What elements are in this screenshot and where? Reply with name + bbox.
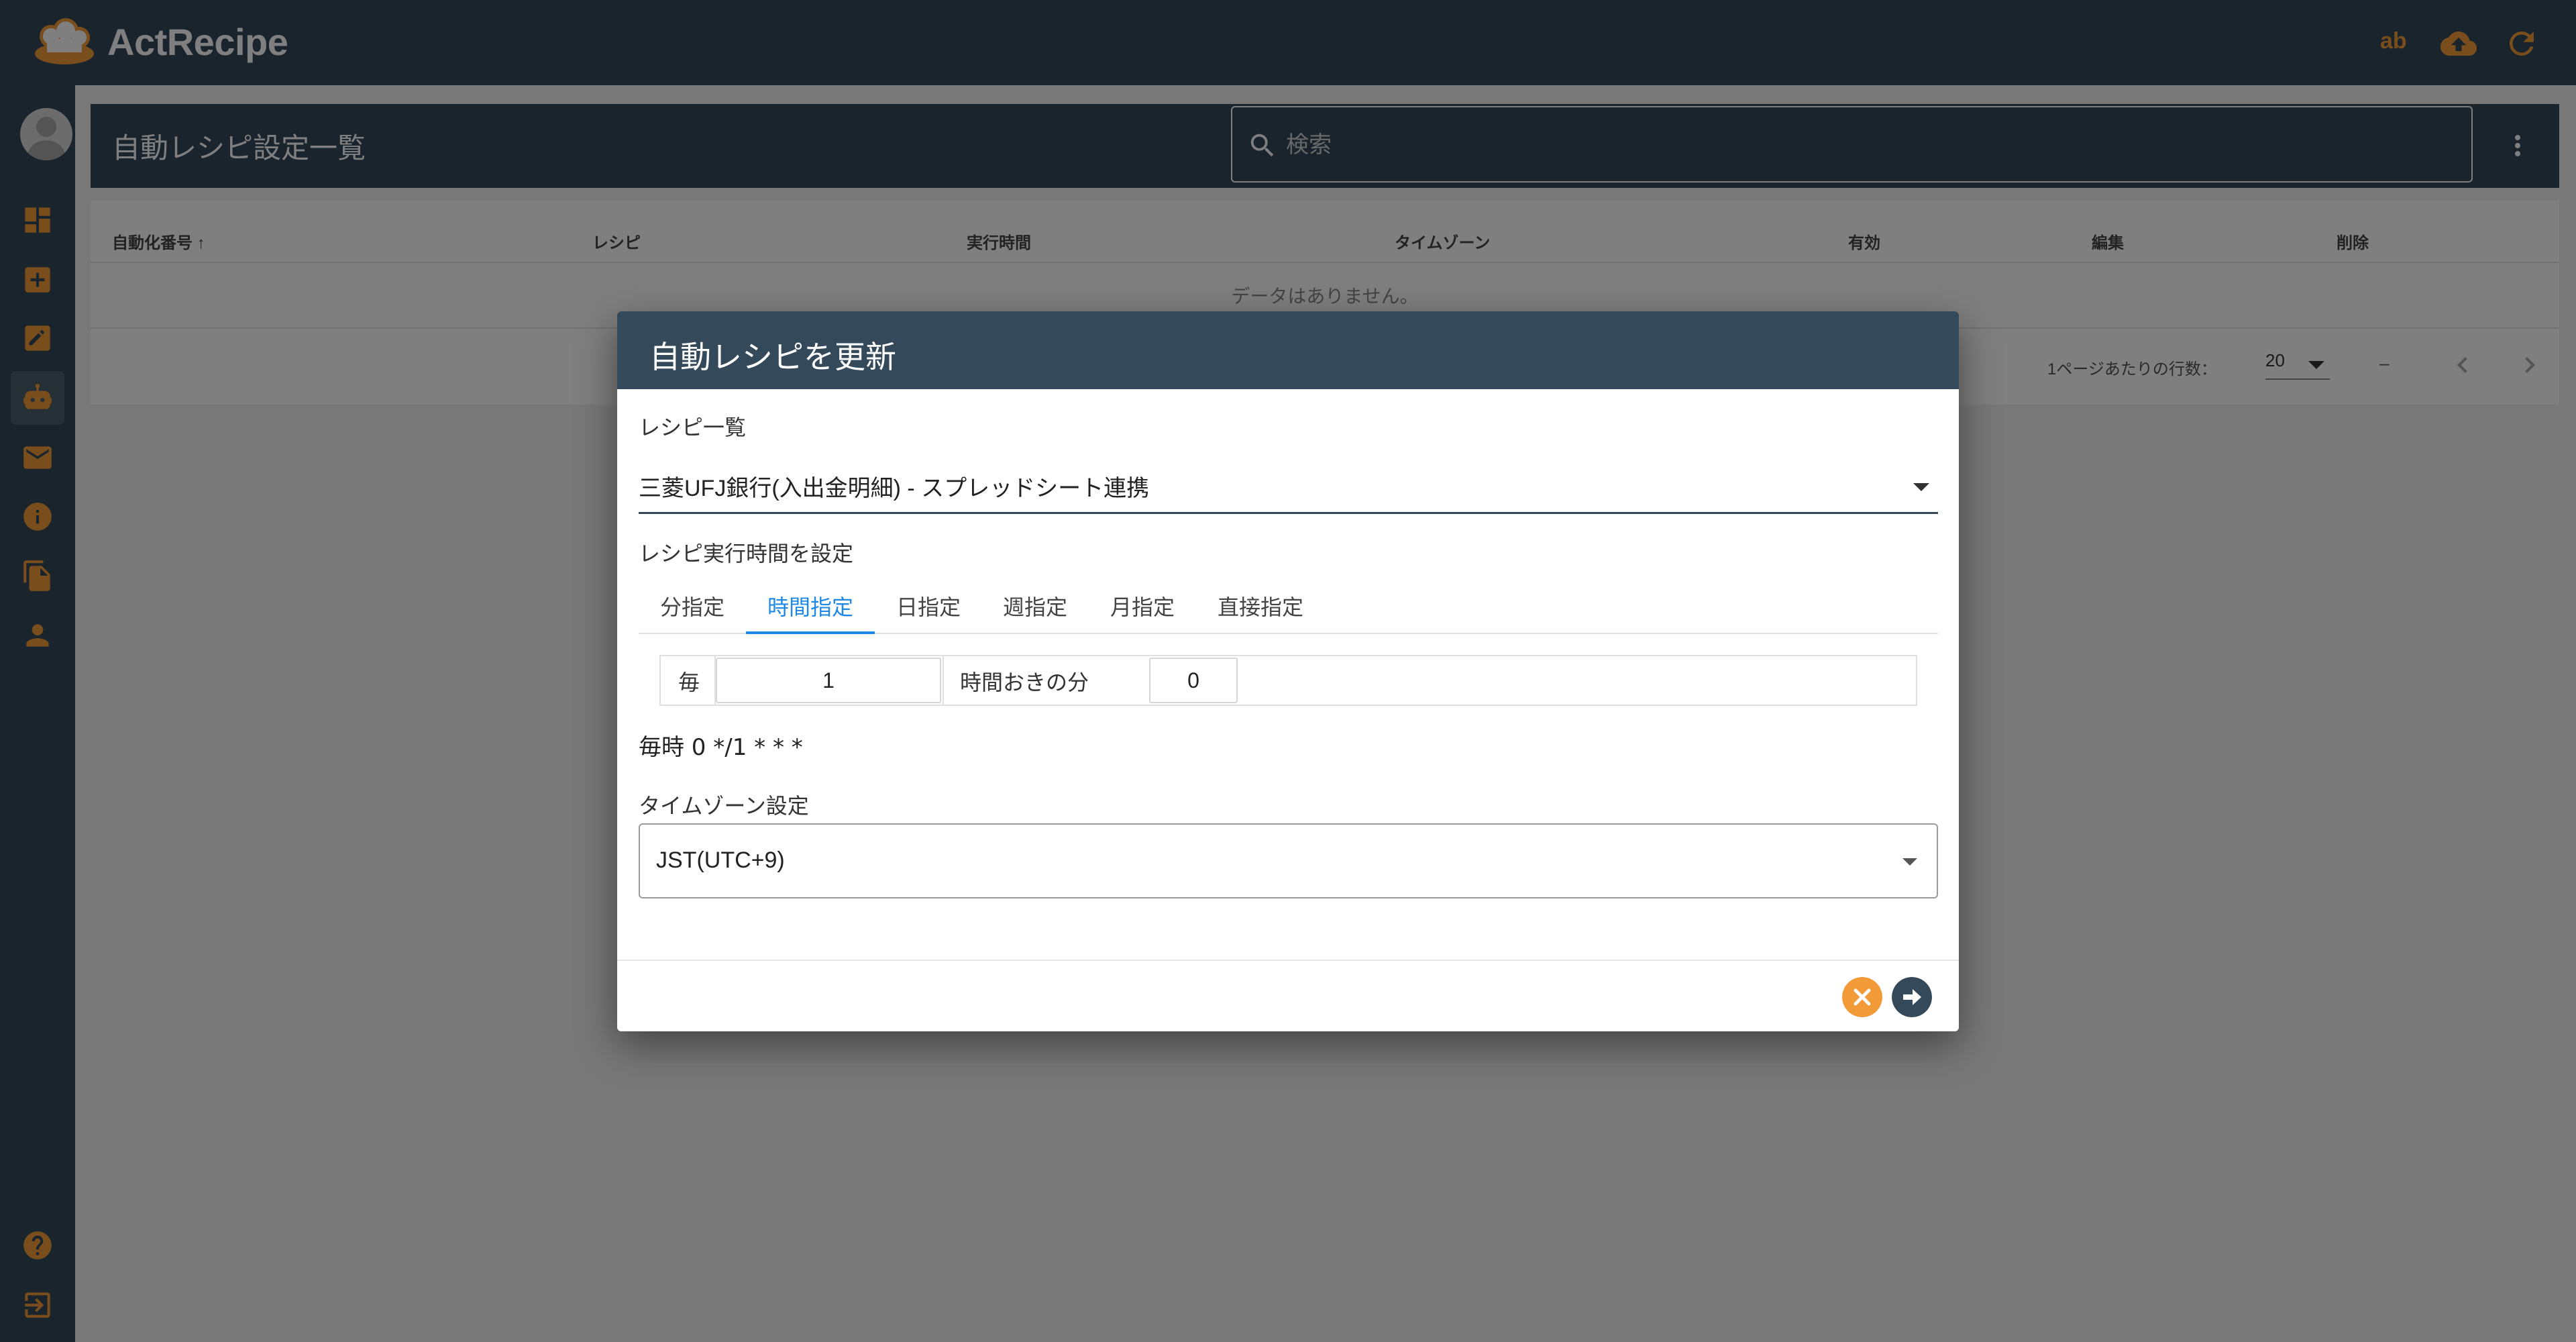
chevron-down-icon <box>1902 858 1917 866</box>
tab-direct[interactable]: 直接指定 <box>1218 590 1303 621</box>
tab-month[interactable]: 月指定 <box>1110 590 1175 621</box>
tab-day[interactable]: 日指定 <box>896 590 961 621</box>
hour-schedule-form: 毎 時間おきの分 <box>659 655 1917 706</box>
field-separator <box>943 656 944 705</box>
cancel-button[interactable] <box>1842 977 1882 1017</box>
recipe-list-label: レシピ一覧 <box>639 415 747 440</box>
minute-input[interactable] <box>1149 658 1238 703</box>
timezone-select[interactable]: JST(UTC+9) <box>639 823 1938 898</box>
cron-expression: 毎時 0 */1 * * * <box>639 734 803 761</box>
update-auto-recipe-dialog: 自動レシピを更新 レシピ一覧 三菱UFJ銀行(入出金明細) - スプレッドシート… <box>617 311 1959 1031</box>
active-tab-indicator <box>746 631 875 634</box>
chevron-down-icon <box>1913 483 1929 491</box>
submit-button[interactable] <box>1892 977 1932 1017</box>
dialog-title: 自動レシピを更新 <box>649 340 896 374</box>
tab-hour[interactable]: 時間指定 <box>767 590 853 621</box>
schedule-label: レシピ実行時間を設定 <box>639 541 854 566</box>
timezone-label: タイムゾーン設定 <box>639 794 809 818</box>
dialog-header: 自動レシピを更新 <box>617 311 1959 389</box>
hours-suffix-label: 時間おきの分 <box>960 670 1089 694</box>
every-label: 毎 <box>678 670 700 694</box>
footer-divider <box>617 960 1959 961</box>
tab-minute[interactable]: 分指定 <box>660 590 724 621</box>
timezone-value: JST(UTC+9) <box>656 847 785 873</box>
recipe-select-value: 三菱UFJ銀行(入出金明細) - スプレッドシート連携 <box>639 476 1150 501</box>
tab-week[interactable]: 週指定 <box>1003 590 1067 621</box>
hours-interval-input[interactable] <box>716 658 941 703</box>
